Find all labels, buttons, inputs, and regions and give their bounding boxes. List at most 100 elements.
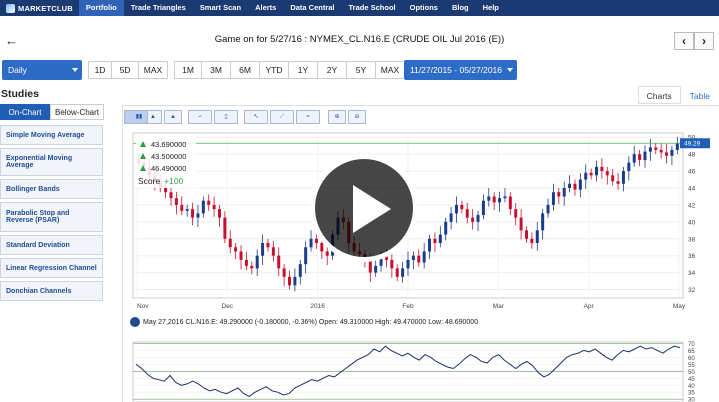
candle-body: [266, 243, 270, 248]
candle-body: [320, 243, 324, 252]
candle-body: [271, 247, 275, 256]
price-y-tick-label: 40: [688, 219, 696, 226]
candle-body: [304, 247, 308, 265]
score-box: 43.690000 43.500000 46.490000 Score +100: [136, 136, 196, 188]
candle-body: [557, 192, 561, 197]
candle-body: [578, 179, 582, 190]
candle-body: [519, 217, 523, 231]
candle-body: [196, 213, 200, 218]
candle-body: [217, 209, 221, 218]
candle-body: [395, 268, 399, 277]
price-x-tick-label: 2016: [310, 303, 325, 310]
candle-body: [368, 259, 372, 273]
candle-body: [309, 238, 313, 248]
candle-body: [589, 172, 593, 176]
candle-body: [438, 234, 442, 243]
candle-body: [638, 154, 642, 161]
candle-body: [164, 188, 168, 193]
candle-body: [524, 230, 528, 239]
price-y-tick-label: 44: [688, 186, 696, 193]
candle-body: [444, 221, 448, 235]
candle-body: [293, 276, 297, 286]
price-y-tick-label: 34: [688, 270, 696, 277]
video-play-button[interactable]: [310, 154, 418, 262]
candle-body: [535, 230, 539, 243]
candle-body: [428, 238, 432, 252]
candle-body: [654, 147, 658, 150]
indicator-y-tick-label: 40: [688, 384, 695, 390]
green-triangle-icon: [140, 165, 146, 171]
candle-body: [244, 259, 248, 266]
candle-body: [433, 238, 437, 243]
candle-body: [282, 268, 286, 277]
candle-body: [595, 166, 599, 176]
candle-body: [541, 213, 545, 231]
candle-body: [568, 183, 572, 188]
candle-body: [239, 251, 243, 260]
candle-body: [616, 181, 620, 184]
candle-body: [670, 149, 674, 156]
candle-body: [584, 172, 588, 180]
candle-body: [503, 196, 507, 199]
indicator-y-tick-label: 60: [688, 356, 695, 362]
candle-body: [207, 200, 211, 205]
price-y-tick-label: 46: [688, 169, 696, 176]
candle-body: [498, 198, 502, 203]
candle-body: [223, 217, 227, 239]
candle-body: [476, 215, 480, 222]
indicator-y-tick-label: 70: [688, 342, 695, 348]
candle-body: [665, 152, 669, 156]
candle-body: [454, 204, 458, 214]
candle-body: [174, 198, 178, 205]
candle-body: [325, 251, 329, 256]
indicator-y-tick-label: 45: [688, 377, 695, 383]
candle-body: [374, 265, 378, 273]
candle-body: [675, 143, 679, 150]
indicator-y-tick-label: 35: [688, 391, 695, 397]
candle-body: [481, 200, 485, 216]
quote-line: May 27,2016 CL.N16.E: 49.290000 (-0.1800…: [130, 317, 478, 327]
candle-body: [277, 255, 281, 269]
candle-body: [659, 149, 663, 153]
score-level-2: 43.500000: [151, 151, 187, 161]
price-x-tick-label: Nov: [137, 303, 149, 310]
price-y-tick-label: 38: [688, 236, 696, 243]
last-price-label: 49.29: [684, 141, 701, 148]
candle-body: [465, 209, 469, 218]
green-triangle-icon: [140, 141, 146, 147]
candle-body: [514, 209, 518, 218]
candle-body: [185, 209, 189, 211]
candle-body: [234, 247, 238, 252]
indicator-plot-area: [132, 341, 684, 402]
candle-body: [250, 265, 254, 269]
candle-body: [460, 204, 464, 210]
indicator-y-tick-label: 55: [688, 363, 695, 369]
candle-body: [255, 255, 259, 269]
candle-body: [417, 255, 421, 263]
candle-body: [298, 264, 302, 277]
price-x-tick-label: Apr: [584, 303, 595, 310]
price-x-tick-label: Feb: [402, 303, 414, 310]
candle-body: [406, 259, 410, 269]
price-y-tick-label: 48: [688, 152, 696, 159]
candle-body: [422, 251, 426, 263]
candle-body: [449, 213, 453, 222]
candle-body: [487, 196, 491, 201]
indicator-y-tick-label: 30: [688, 398, 695, 402]
score-level-3: 46.490000: [151, 163, 187, 173]
app-root: MARKETCLUB Portfolio Trade Triangles Sma…: [0, 0, 719, 402]
green-triangle-icon: [140, 153, 146, 159]
candle-body: [401, 268, 405, 277]
candle-body: [228, 238, 232, 248]
play-icon: [353, 185, 391, 233]
candle-body: [632, 154, 636, 163]
price-y-tick-label: 36: [688, 253, 696, 260]
candle-body: [546, 204, 550, 214]
candle-body: [288, 276, 292, 286]
candle-body: [212, 204, 216, 210]
candle-body: [643, 151, 647, 161]
score-value: +100: [164, 176, 184, 186]
candle-body: [390, 259, 394, 269]
candle-body: [605, 171, 609, 176]
candle-body: [621, 171, 625, 184]
